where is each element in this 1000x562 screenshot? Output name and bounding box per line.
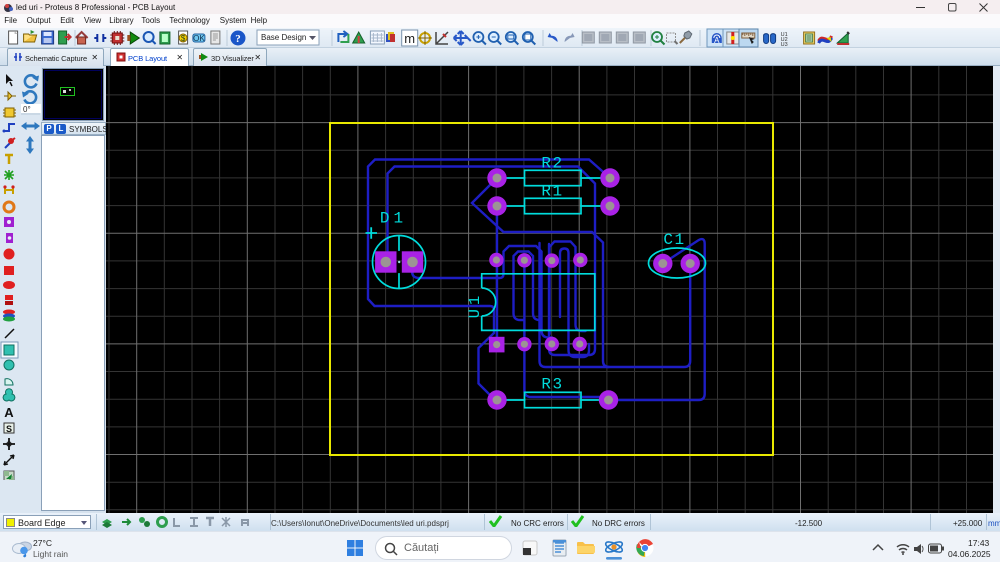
- svg-text:0°: 0°: [23, 105, 31, 114]
- svg-text:U1: U1: [466, 292, 484, 319]
- svg-text:R2: R2: [541, 155, 563, 173]
- svg-text:D1: D1: [380, 210, 407, 228]
- svg-text:A: A: [714, 36, 720, 45]
- svg-text:?: ?: [235, 33, 241, 45]
- svg-text:R1: R1: [541, 183, 563, 201]
- svg-text:Base Design: Base Design: [261, 33, 306, 42]
- svg-text:A: A: [4, 405, 14, 420]
- svg-text:R3: R3: [541, 376, 563, 394]
- svg-text:C1: C1: [663, 231, 685, 249]
- svg-text:OK: OK: [193, 34, 205, 43]
- svg-text:S: S: [6, 424, 12, 434]
- svg-text:m: m: [404, 31, 415, 46]
- svg-text:$: $: [181, 34, 186, 43]
